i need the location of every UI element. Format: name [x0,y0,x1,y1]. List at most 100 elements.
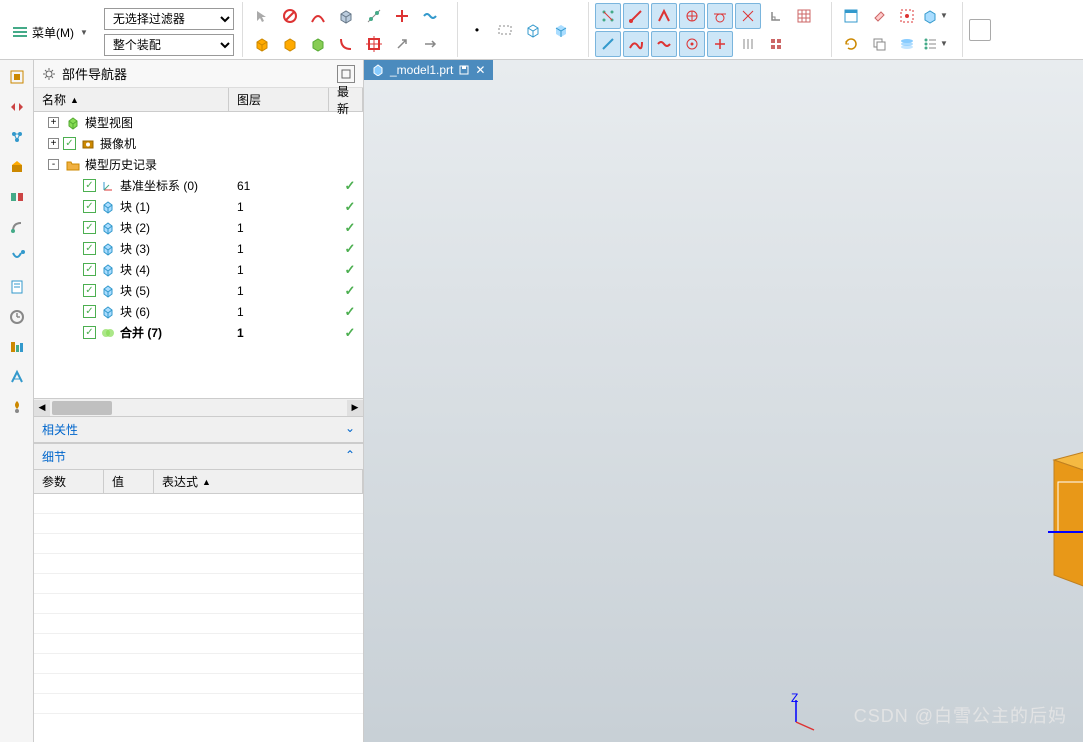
tree-row[interactable]: ✓块 (1)1✓ [34,196,363,217]
checkbox-icon[interactable]: ✓ [83,284,96,297]
detail-col-value[interactable]: 值 [104,470,154,493]
side-tab-1[interactable] [6,66,28,88]
checkbox-icon[interactable]: ✓ [83,263,96,276]
tool-box-icon[interactable] [333,3,359,29]
tree-row[interactable]: ✓块 (2)1✓ [34,217,363,238]
expand-icon[interactable]: + [48,117,59,128]
checkbox-icon[interactable]: ✓ [83,221,96,234]
horizontal-scrollbar[interactable]: ◀ ▶ [34,398,363,416]
tree-row[interactable]: ✓合并 (7)1✓ [34,322,363,343]
column-layer[interactable]: 图层 [229,88,329,111]
tree-row[interactable]: +模型视图 [34,112,363,133]
tool-orange-box-icon[interactable] [249,31,275,57]
tool-orange-box2-icon[interactable] [277,31,303,57]
tree-row[interactable]: ✓块 (3)1✓ [34,238,363,259]
expand-icon[interactable]: + [48,138,59,149]
selection-filter-select[interactable]: 无选择过滤器 [104,8,234,30]
tool-eraser-icon[interactable] [866,3,892,29]
column-name[interactable]: 名称▲ [34,88,229,111]
tool-box3-icon[interactable]: ▼ [922,3,948,29]
tool-dashrect-icon[interactable] [492,17,518,43]
detail-row[interactable] [34,614,363,634]
tool-snap-grid-icon[interactable] [595,3,621,29]
tool-red-curve-icon[interactable] [333,31,359,57]
tool-center-icon[interactable] [679,3,705,29]
tool-grid2-icon[interactable] [763,31,789,57]
side-tab-12[interactable] [6,396,28,418]
tool-cursor-icon[interactable] [249,3,275,29]
detail-col-expr[interactable]: 表达式▲ [154,470,363,493]
detail-row[interactable] [34,654,363,674]
tool-layer-icon[interactable] [894,31,920,57]
side-tab-6[interactable] [6,216,28,238]
viewport-3d[interactable]: _model1.prt ✕ Z Y X Z [364,60,1083,742]
assembly-filter-select[interactable]: 整个装配 [104,34,234,56]
checkbox-icon[interactable]: ✓ [83,242,96,255]
tool-snap-icon[interactable] [361,3,387,29]
checkbox-icon[interactable]: ✓ [83,326,96,339]
detail-col-param[interactable]: 参数 [34,470,104,493]
detail-row[interactable] [34,674,363,694]
tool-window-icon[interactable] [838,3,864,29]
tool-parallel-icon[interactable] [735,31,761,57]
tool-wireframe-icon[interactable] [520,17,546,43]
tool-spline-icon[interactable] [623,31,649,57]
scroll-left-icon[interactable]: ◀ [34,400,50,416]
side-tab-2[interactable] [6,96,28,118]
detail-row[interactable] [34,534,363,554]
side-tab-4[interactable] [6,156,28,178]
tree-row[interactable]: -模型历史记录 [34,154,363,175]
tool-line-icon[interactable] [595,31,621,57]
side-tab-8[interactable] [6,276,28,298]
side-tab-5[interactable] [6,186,28,208]
side-tab-7[interactable] [6,246,28,268]
side-tab-11[interactable] [6,366,28,388]
tool-checkbox-icon[interactable] [969,19,991,41]
tool-arrow-icon[interactable] [389,31,415,57]
collapse-icon[interactable]: - [48,159,59,170]
checkbox-icon[interactable]: ✓ [83,305,96,318]
gear-icon[interactable] [42,67,56,81]
tool-forbidden-icon[interactable] [277,3,303,29]
close-icon[interactable]: ✕ [475,63,485,77]
side-tab-10[interactable] [6,336,28,358]
tool-endpoint-icon[interactable] [623,3,649,29]
side-tab-9[interactable] [6,306,28,328]
tree-row[interactable]: ✓块 (6)1✓ [34,301,363,322]
section-related[interactable]: 相关性 ⌄ [34,416,363,443]
tool-curve-icon[interactable] [305,3,331,29]
menu-button[interactable]: 菜单(M) ▼ [4,20,96,44]
checkbox-icon[interactable]: ✓ [63,137,76,150]
tool-plus2-icon[interactable] [707,31,733,57]
pin-icon[interactable] [337,65,355,83]
column-latest[interactable]: 最新 [329,88,363,111]
tool-intersect-icon[interactable] [735,3,761,29]
tree-row[interactable]: ✓块 (4)1✓ [34,259,363,280]
tree-row[interactable]: ✓块 (5)1✓ [34,280,363,301]
tree-row[interactable]: +✓摄像机 [34,133,363,154]
tool-red-square-icon[interactable] [361,31,387,57]
scroll-track[interactable] [50,400,347,416]
tool-selection-icon[interactable] [894,3,920,29]
model-cube[interactable] [1024,410,1083,640]
tree-row[interactable]: ✓基准坐标系 (0)61✓ [34,175,363,196]
detail-row[interactable] [34,514,363,534]
tool-target-icon[interactable] [679,31,705,57]
tool-wave2-icon[interactable] [651,31,677,57]
tool-menu2-icon[interactable]: ▼ [922,31,948,57]
detail-row[interactable] [34,694,363,714]
detail-row[interactable] [34,634,363,654]
tool-tangent-icon[interactable] [707,3,733,29]
tool-plus-icon[interactable] [389,3,415,29]
detail-row[interactable] [34,554,363,574]
save-icon[interactable] [459,65,469,75]
scroll-thumb[interactable] [52,401,112,415]
file-tab[interactable]: _model1.prt ✕ [364,60,493,80]
tool-refresh-icon[interactable] [838,31,864,57]
tool-midpoint-icon[interactable] [651,3,677,29]
tool-copy-icon[interactable] [866,31,892,57]
section-detail[interactable]: 细节 ⌃ [34,443,363,470]
navigator-tree[interactable]: +模型视图+✓摄像机-模型历史记录✓基准坐标系 (0)61✓✓块 (1)1✓✓块… [34,112,363,343]
checkbox-icon[interactable]: ✓ [83,200,96,213]
detail-row[interactable] [34,494,363,514]
